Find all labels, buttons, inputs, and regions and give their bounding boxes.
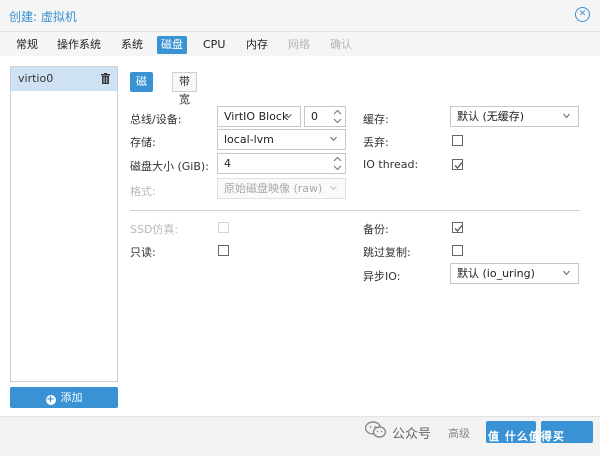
spinner-icon[interactable] [333,109,342,124]
backup-label: 备份: [363,223,389,236]
disk-list: virtio0 [10,66,118,382]
io-thread-label: IO thread: [363,158,419,171]
skip-replication-checkbox[interactable] [452,245,463,256]
read-only-checkbox[interactable] [218,245,229,256]
bus-value: VirtIO Block [224,110,289,123]
format-value: 原始磁盘映像 (raw) [224,182,323,195]
watermark-text: 公众号 [392,427,432,442]
chevron-down-icon [285,113,292,119]
ssd-emulation-label: SSD仿真: [130,223,179,236]
add-icon: + [45,394,56,405]
cache-label: 缓存: [363,113,389,126]
add-disk-button[interactable]: + 添加 [10,387,118,408]
storage-select[interactable]: local-lvm [217,129,346,150]
storage-label: 存储: [130,136,156,149]
title-bar: 创建: 虚拟机 ✕ [0,0,600,32]
subtab-disk[interactable]: 磁盘 [130,72,153,108]
wechat-icon [365,421,387,438]
ssd-emulation-checkbox [218,222,229,233]
tab-system[interactable]: 系统 [117,36,147,54]
format-select: 原始磁盘映像 (raw) [217,178,346,199]
device-index-stepper[interactable]: 0 [304,106,346,127]
async-io-value: 默认 (io_uring) [457,267,535,280]
chevron-down-icon [330,185,337,191]
device-index-value: 0 [311,110,318,123]
subtab-bandwidth[interactable]: 带宽 [172,72,197,106]
bus-select[interactable]: VirtIO Block [217,106,301,127]
tab-confirm: 确认 [330,38,352,51]
site-watermark: 值 什么值得买 [488,430,565,443]
async-io-label: 异步IO: [363,270,401,283]
tab-memory[interactable]: 内存 [242,36,272,54]
async-io-select[interactable]: 默认 (io_uring) [450,263,579,284]
chevron-down-icon [330,136,337,142]
format-label: 格式: [130,185,156,198]
disk-size-label: 磁盘大小 (GiB): [130,160,209,173]
discard-label: 丢弃: [363,136,389,149]
window-title: 创建: 虚拟机 [9,10,77,24]
storage-value: local-lvm [224,133,274,146]
disk-size-value: 4 [224,157,231,170]
chevron-down-icon [563,113,570,119]
tab-network: 网络 [288,38,310,51]
skip-replication-label: 跳过复制: [363,246,411,259]
disk-size-input[interactable]: 4 [217,153,346,174]
discard-checkbox[interactable] [452,135,463,146]
disk-list-item[interactable]: virtio0 [11,67,117,91]
io-thread-checkbox[interactable] [452,159,463,170]
cache-select[interactable]: 默认 (无缓存) [450,106,579,127]
backup-checkbox[interactable] [452,222,463,233]
watermark-partial: 高级 [448,427,470,440]
tab-general[interactable]: 常规 [12,36,42,54]
close-icon[interactable]: ✕ [575,7,590,22]
add-button-label: 添加 [60,391,83,404]
section-divider [130,210,580,211]
bus-device-label: 总线/设备: [130,113,182,126]
chevron-down-icon [563,270,570,276]
trash-icon[interactable] [101,73,110,84]
spinner-icon[interactable] [333,156,342,171]
check-icon [454,162,463,169]
cache-value: 默认 (无缓存) [457,110,525,123]
check-icon [454,225,463,232]
disk-label: virtio0 [18,72,54,85]
wizard-tabs: 常规 操作系统 系统 磁盘 CPU 内存 网络 确认 [0,32,600,56]
tab-os[interactable]: 操作系统 [53,36,105,54]
read-only-label: 只读: [130,246,156,259]
tab-cpu[interactable]: CPU [199,36,229,54]
tab-disks[interactable]: 磁盘 [157,36,187,54]
